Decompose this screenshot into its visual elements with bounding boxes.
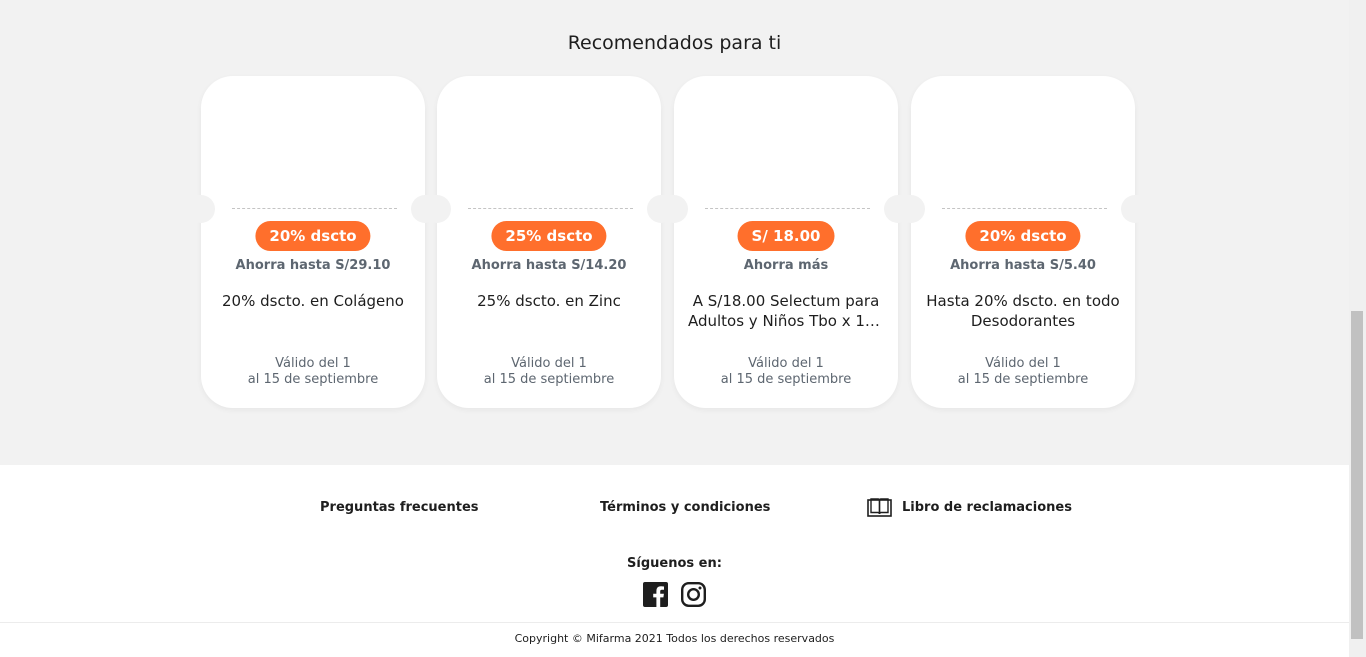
card-notch — [897, 195, 925, 223]
card-notch — [423, 195, 451, 223]
terms-link[interactable]: Términos y condiciones — [600, 500, 770, 515]
validity-line: Válido del 1 — [511, 356, 587, 371]
validity-text: Válido del 1 al 15 de septiembre — [911, 356, 1135, 388]
section-title: Recomendados para ti — [567, 32, 782, 54]
savings-text: Ahorra más — [743, 258, 829, 273]
discount-badge: 25% dscto — [491, 221, 607, 251]
validity-text: Válido del 1 al 15 de septiembre — [201, 356, 425, 388]
card-notch — [187, 195, 215, 223]
page-content: Recomendados para ti 20% dscto Ahorra ha… — [0, 0, 1349, 657]
scrollbar-thumb[interactable] — [1351, 311, 1363, 639]
copyright-text: Copyright © Mifarma 2021 Todos los derec… — [514, 632, 835, 645]
validity-line: al 15 de septiembre — [957, 372, 1089, 387]
coupon-card[interactable]: 25% dscto Ahorra hasta S/14.20 25% dscto… — [423, 76, 675, 408]
savings-text: Ahorra hasta S/5.40 — [950, 258, 1096, 273]
discount-badge: 20% dscto — [965, 221, 1081, 251]
footer-divider — [0, 622, 1349, 623]
card-notch — [1121, 195, 1149, 223]
offer-title: 25% dscto. en Zinc — [477, 292, 621, 310]
dashed-divider — [705, 208, 870, 209]
offer-title: 20% dscto. en Colágeno — [222, 292, 404, 310]
dashed-divider — [468, 208, 633, 209]
complaints-link[interactable]: Libro de reclamaciones — [902, 500, 1072, 515]
footer: Preguntas frecuentes Términos y condicio… — [0, 465, 1349, 657]
validity-text: Válido del 1 al 15 de septiembre — [437, 356, 661, 388]
validity-line: al 15 de septiembre — [247, 372, 379, 387]
coupon-card[interactable]: S/ 18.00 Ahorra más A S/18.00 Selectum p… — [660, 76, 912, 408]
follow-us-label: Síguenos en: — [627, 556, 722, 571]
book-icon[interactable] — [867, 497, 892, 517]
validity-line: Válido del 1 — [985, 356, 1061, 371]
validity-line: al 15 de septiembre — [720, 372, 852, 387]
dashed-divider — [942, 208, 1107, 209]
faq-link[interactable]: Preguntas frecuentes — [320, 500, 479, 515]
instagram-icon[interactable] — [681, 582, 706, 607]
card-notch — [660, 195, 688, 223]
validity-line: Válido del 1 — [748, 356, 824, 371]
savings-text: Ahorra hasta S/29.10 — [235, 258, 391, 273]
vertical-scrollbar[interactable] — [1349, 0, 1366, 657]
discount-badge: 20% dscto — [255, 221, 371, 251]
validity-line: al 15 de septiembre — [483, 372, 615, 387]
coupon-card[interactable]: 20% dscto Ahorra hasta S/5.40 Hasta 20% … — [897, 76, 1149, 408]
offer-title: A S/18.00 Selectum para Adultos y Niños … — [687, 292, 885, 330]
recommendations-list: 20% dscto Ahorra hasta S/29.10 20% dscto… — [187, 76, 1149, 408]
dashed-divider — [232, 208, 397, 209]
savings-text: Ahorra hasta S/14.20 — [471, 258, 627, 273]
validity-line: Válido del 1 — [275, 356, 351, 371]
facebook-icon[interactable] — [643, 582, 668, 607]
coupon-card[interactable]: 20% dscto Ahorra hasta S/29.10 20% dscto… — [187, 76, 439, 408]
offer-title: Hasta 20% dscto. en todo Desodorantes — [926, 292, 1120, 330]
price-badge: S/ 18.00 — [737, 221, 835, 251]
validity-text: Válido del 1 al 15 de septiembre — [674, 356, 898, 388]
